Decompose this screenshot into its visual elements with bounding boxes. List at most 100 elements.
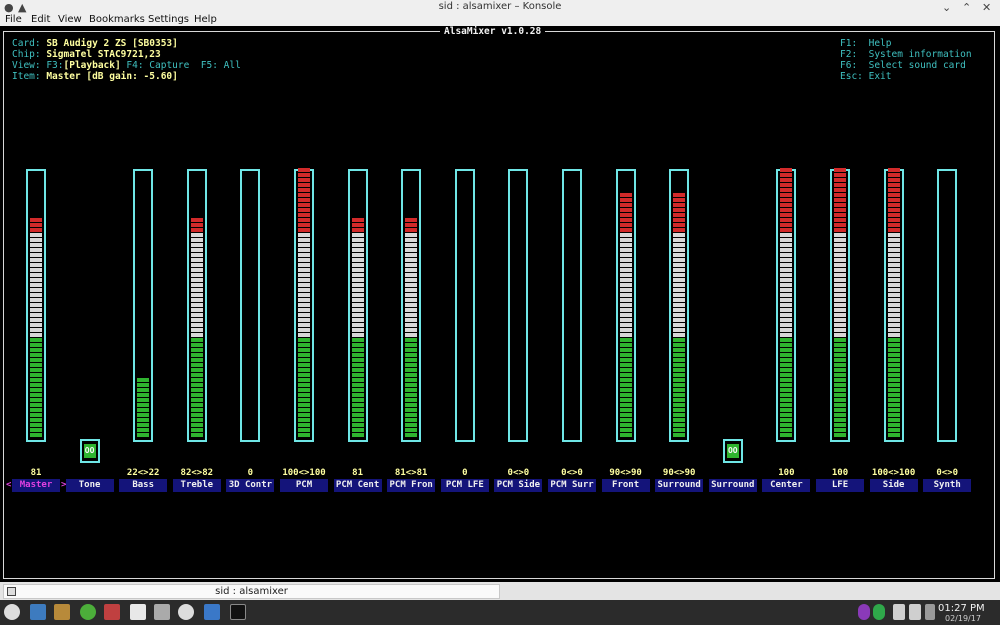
channel-name-pcm-surr-10[interactable]: PCM Surr [548, 479, 596, 492]
volume-bar-center-14[interactable] [776, 168, 797, 442]
terminal-icon[interactable] [230, 604, 246, 620]
volume-icon[interactable] [909, 604, 921, 620]
volume-bar-bass-2[interactable] [133, 169, 154, 442]
show-desktop-icon[interactable] [30, 604, 46, 620]
volume-segment [137, 413, 150, 417]
maximize-icon[interactable]: ⌃ [962, 1, 971, 14]
mixer-title: AlsaMixer v1.0.28 [440, 26, 546, 37]
volume-segment [405, 408, 418, 412]
volume-bar-pcm-side-9[interactable] [508, 169, 529, 442]
channel-name-front-11[interactable]: Front [601, 479, 650, 492]
channel-name-synth-17[interactable]: Synth [923, 479, 972, 492]
channel-name-master-0[interactable]: Master [12, 479, 60, 492]
terminal-area[interactable]: AlsaMixer v1.0.28 Card: SB Audigy 2 ZS [… [0, 26, 1000, 582]
close-icon[interactable]: ✕ [982, 1, 991, 14]
volume-bar-pcm-lfe-8[interactable] [454, 169, 475, 442]
menu-help[interactable]: Help [194, 14, 217, 25]
title-bar[interactable]: ● ▲ sid : alsamixer – Konsole ⌄ ⌃ ✕ [0, 0, 1000, 14]
tools-icon[interactable] [54, 604, 70, 620]
volume-segment [30, 423, 42, 427]
media-icon[interactable] [178, 604, 194, 620]
channel-name-lfe-15[interactable]: LFE [816, 479, 864, 492]
volume-bar-pcm-fron-7[interactable] [401, 169, 422, 442]
menu-view[interactable]: View [58, 14, 82, 25]
volume-bar-pcm-cent-6[interactable] [347, 169, 368, 442]
volume-bar-front-11[interactable] [615, 169, 636, 442]
volume-segment [405, 388, 418, 392]
view-playback[interactable]: [Playback] [64, 60, 121, 71]
xbox-icon[interactable] [80, 604, 96, 620]
volume-segment [298, 368, 310, 372]
clock-date[interactable]: 02/19/17 [945, 614, 981, 623]
volume-segment [351, 283, 364, 287]
volume-segment [298, 168, 310, 172]
volume-bar-side-16[interactable] [883, 168, 904, 442]
sync-icon[interactable] [858, 604, 870, 620]
channel-name-pcm-cent-6[interactable]: PCM Cent [333, 479, 382, 492]
channel-name-treble-3[interactable]: Treble [172, 479, 221, 492]
volume-segment [30, 328, 42, 332]
channel-name-side-16[interactable]: Side [869, 479, 918, 492]
menu-bookmarks[interactable]: Bookmarks [89, 14, 145, 25]
tab-sid-alsamixer[interactable]: sid : alsamixer [3, 584, 500, 599]
mute-switch-tone-1[interactable]: OO [79, 439, 100, 463]
channel-name-pcm-fron-7[interactable]: PCM Fron [387, 479, 436, 492]
volume-bar-surround-12[interactable] [669, 169, 690, 442]
view-other[interactable]: F4: Capture F5: All [121, 60, 240, 71]
calendar-icon[interactable] [154, 604, 170, 620]
volume-segment [780, 298, 793, 302]
volume-bar-master-0[interactable] [26, 169, 46, 442]
channel-name-surround-12[interactable]: Surround [655, 479, 704, 492]
channel-name-pcm-side-9[interactable]: PCM Side [494, 479, 543, 492]
channel-name-center-14[interactable]: Center [762, 479, 811, 492]
minimize-icon[interactable]: ⌄ [942, 1, 951, 14]
menu-settings[interactable]: Settings [148, 14, 189, 25]
channel-name-pcm-lfe-8[interactable]: PCM LFE [440, 479, 489, 492]
notes-icon[interactable] [130, 604, 146, 620]
channel-name-surround-13[interactable]: Surround [708, 479, 757, 492]
volume-bar-treble-3[interactable] [186, 169, 207, 442]
volume-segment [298, 333, 310, 337]
volume-segment [834, 423, 846, 427]
volume-segment [619, 433, 632, 437]
volume-segment [619, 333, 632, 337]
volume-segment [190, 293, 203, 297]
channel-name-3d-contr-4[interactable]: 3D Contr [226, 479, 275, 492]
check-icon[interactable] [873, 604, 885, 620]
volume-segment [780, 418, 793, 422]
volume-segment [780, 263, 793, 267]
volume-segment [834, 418, 846, 422]
volume-segment [619, 283, 632, 287]
volume-segment [887, 363, 900, 367]
clock-time[interactable]: 01:27 PM [938, 603, 985, 614]
volume-segment [30, 353, 42, 357]
volume-segment [619, 288, 632, 292]
volume-segment [887, 228, 900, 232]
expand-tray-icon[interactable] [925, 604, 935, 620]
channel-name-bass-2[interactable]: Bass [119, 479, 168, 492]
volume-segment [887, 283, 900, 287]
volume-segment [780, 353, 793, 357]
mute-switch-surround-13[interactable]: OO [722, 439, 743, 463]
software-center-icon[interactable] [104, 604, 120, 620]
volume-bar-lfe-15[interactable] [830, 168, 850, 442]
document-icon[interactable] [204, 604, 220, 620]
channel-name-pcm-5[interactable]: PCM [280, 479, 328, 492]
volume-bar-pcm-surr-10[interactable] [562, 169, 582, 442]
pclinuxos-menu-icon[interactable] [4, 604, 20, 620]
volume-segment [619, 208, 632, 212]
volume-bar-synth-17[interactable] [937, 169, 958, 442]
channel-name-tone-1[interactable]: Tone [65, 479, 114, 492]
volume-segment [351, 368, 364, 372]
volume-bar-pcm-5[interactable] [294, 168, 314, 442]
network-icon[interactable] [893, 604, 905, 620]
volume-segment [834, 283, 846, 287]
volume-segment [834, 193, 846, 197]
menu-file[interactable]: File [5, 14, 22, 25]
volume-bar-3d-contr-4[interactable] [240, 169, 261, 442]
volume-segment [887, 313, 900, 317]
volume-segment [351, 388, 364, 392]
menu-edit[interactable]: Edit [31, 14, 50, 25]
volume-segment [298, 343, 310, 347]
volume-segment [298, 198, 310, 202]
